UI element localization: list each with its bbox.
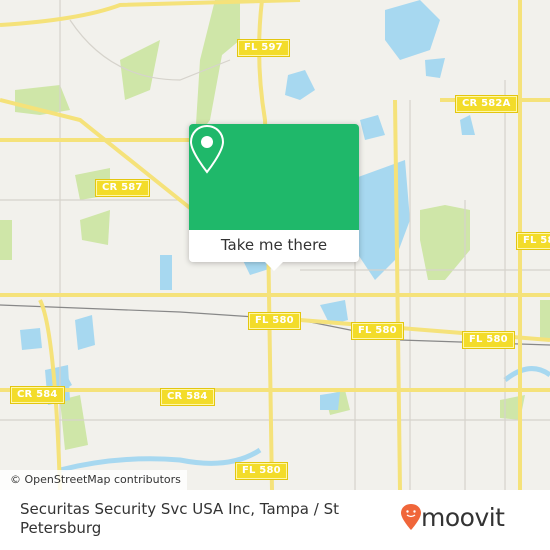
location-popup[interactable]: Take me there	[189, 124, 359, 271]
road-label-fl-580-mid: FL 580	[352, 323, 403, 339]
moovit-logo-icon	[401, 504, 421, 530]
road-label-cr-587: CR 587	[96, 180, 149, 196]
place-title: Securitas Security Svc USA Inc, Tampa / …	[20, 500, 339, 537]
moovit-brand[interactable]: moovit	[421, 500, 505, 536]
road-label-cr-582a: CR 582A	[456, 96, 517, 112]
road-label-fl-580-south: FL 580	[236, 463, 287, 479]
road-label-fl-580: FL 580	[249, 313, 300, 329]
take-me-there-button[interactable]: Take me there	[189, 230, 359, 262]
location-pin-icon	[189, 124, 225, 174]
popup-pointer	[265, 262, 283, 271]
map-attribution[interactable]: © OpenStreetMap contributors	[0, 470, 187, 490]
road-label-cr-584: CR 584	[161, 389, 214, 405]
popup-header[interactable]	[189, 124, 359, 230]
road-label-fl-580-east: FL 580	[517, 233, 550, 249]
map-view[interactable]: FL 597 CR 582A CR 587 FL 580 FL 580 FL 5…	[0, 0, 550, 490]
river	[59, 366, 550, 473]
road-label-fl-597: FL 597	[238, 40, 289, 56]
road-label-fl-580-right: FL 580	[463, 332, 514, 348]
road-label-cr-584-west: CR 584	[11, 387, 64, 403]
